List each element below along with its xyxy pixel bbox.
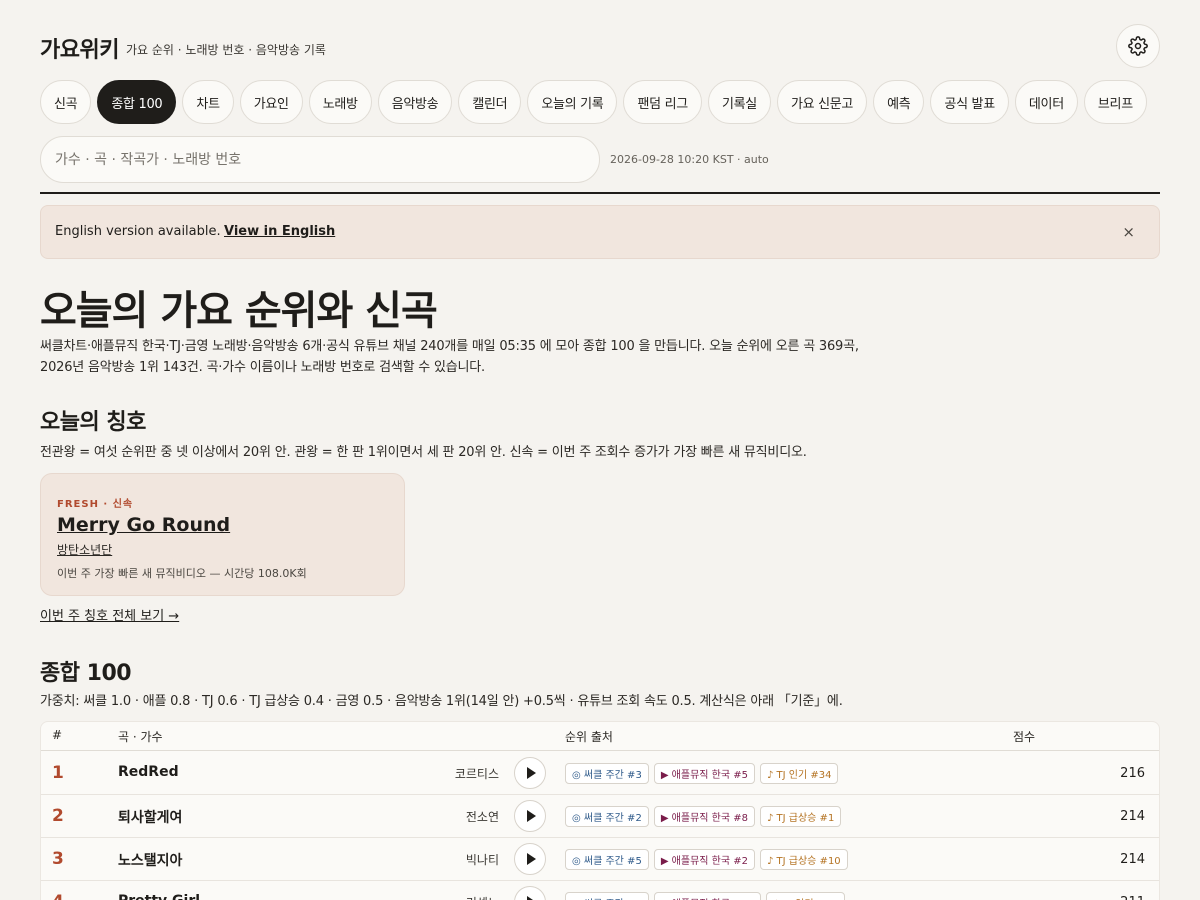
nav-tabs: 신곡 종합 100 차트 가요인 노래방 음악방송 캘린더 오늘의 기록 팬덤 리그 기록실 가요 …	[40, 80, 1165, 124]
row-song-title[interactable]: 노스탤지아	[118, 850, 182, 870]
circle-chart-badge[interactable]: ◎ 써클 주간 #5	[565, 849, 649, 870]
row-artist[interactable]: 전소연	[466, 808, 499, 825]
row-score: 216	[1120, 766, 1145, 781]
row-song-title[interactable]: RedRed	[118, 764, 179, 780]
gear-icon	[1128, 36, 1148, 56]
settings-button[interactable]	[1116, 24, 1160, 68]
tj-badge[interactable]: ♪ TJ 인기 #21	[766, 892, 845, 900]
row-sources: ◎ 써클 주간 #2 ▶ 애플뮤직 한국 #8 ♪ TJ 급상승 #1	[565, 806, 842, 827]
tab-8[interactable]: 오늘의 기록	[527, 80, 618, 124]
row-rank: 2	[52, 806, 64, 826]
page-intro: 써클차트·애플뮤직 한국·TJ·금영 노래방·음악방송 6개·공식 유튜브 채널…	[40, 339, 859, 375]
view-in-english-link[interactable]: View in English	[224, 224, 335, 239]
column-score: 점수	[1013, 730, 1036, 744]
titles-heading: 오늘의 칭호	[40, 410, 146, 435]
tj-badge[interactable]: ♪ TJ 인기 #34	[759, 763, 839, 784]
table-row[interactable]: 2 퇴사할게여 전소연 ◎ 써클 주간 #2 ▶ 애플뮤직 한국 #8 ♪ TJ 급상승 …	[41, 795, 1159, 838]
tab-15[interactable]: 브리프	[1083, 80, 1147, 124]
chart-weights: 가중치: 써클 1.0 · 애플 0.8 · TJ 0.6 · TJ 급상승 0…	[40, 694, 843, 709]
titles-description: 전관왕 = 여섯 순위판 중 넷 이상에서 20위 안. 관왕 = 한 판 1위…	[40, 445, 807, 460]
tab-10[interactable]: 기록실	[707, 80, 771, 124]
apple-music-badge[interactable]: ▶ 애플뮤직 한국 #5	[653, 763, 755, 784]
row-artist[interactable]: 리센느	[466, 894, 499, 900]
play-button[interactable]	[514, 886, 546, 900]
column-song: 곡 · 가수	[118, 730, 163, 744]
card-song-link[interactable]: Merry Go Round	[57, 514, 230, 536]
title-card: FRESH · 신속 Merry Go Round 방탄소년단 이번 주 가장 …	[40, 473, 405, 596]
row-sources: ◎ 써클 주간 #7 ▶ 애플뮤직 한국 #16 ♪ TJ 인기 #21	[565, 892, 845, 900]
row-sources: ◎ 써클 주간 #5 ▶ 애플뮤직 한국 #2 ♪ TJ 급상승 #10	[565, 849, 848, 870]
all-titles-link[interactable]: 이번 주 칭호 전체 보기 →	[40, 605, 179, 624]
banner-text: English version available.	[55, 224, 221, 239]
table-row[interactable]: 4 Pretty Girl 리센느 ◎ 써클 주간 #7 ▶ 애플뮤직 한국 #16 ♪ …	[41, 881, 1159, 900]
update-timestamp: 2026-09-28 10:20 KST · auto	[610, 153, 769, 166]
row-score: 211	[1120, 895, 1145, 900]
play-icon	[526, 767, 536, 779]
card-artist-link[interactable]: 방탄소년단	[57, 541, 112, 558]
chart-heading: 종합 100	[40, 661, 132, 686]
tab-9[interactable]: 팬덤 리그	[623, 80, 702, 124]
circle-chart-badge[interactable]: ◎ 써클 주간 #2	[565, 806, 649, 827]
close-icon[interactable]: ×	[1122, 223, 1135, 241]
tab-5[interactable]: 노래방	[308, 80, 372, 124]
circle-chart-badge[interactable]: ◎ 써클 주간 #7	[565, 892, 649, 900]
tab-11[interactable]: 가요 신문고	[776, 80, 868, 124]
search-input[interactable]	[40, 136, 600, 183]
table-row[interactable]: 1 RedRed 코르티스 ◎ 써클 주간 #3 ▶ 애플뮤직 한국 #5 ♪ TJ 인기…	[41, 752, 1159, 795]
tab-3[interactable]: 차트	[182, 80, 234, 124]
tab-1[interactable]: 신곡	[40, 80, 92, 124]
tab-4[interactable]: 가요인	[239, 80, 303, 124]
table-header: # 곡 · 가수 순위 출처 점수	[41, 722, 1159, 751]
tj-badge[interactable]: ♪ TJ 급상승 #1	[759, 806, 842, 827]
language-banner: English version available. View in Engli…	[40, 205, 1160, 259]
card-kicker: FRESH · 신속	[57, 499, 134, 510]
chart-table: # 곡 · 가수 순위 출처 점수 1 RedRed 코르티스 ◎ 써클 주간 #3 ▶…	[40, 721, 1160, 900]
header: 가요위키 가요 순위 · 노래방 번호 · 음악방송 기록	[40, 24, 1160, 68]
column-sources: 순위 출처	[565, 730, 613, 744]
tab-13[interactable]: 공식 발표	[930, 80, 1009, 124]
column-rank: #	[52, 728, 63, 742]
row-score: 214	[1120, 852, 1145, 867]
site-tagline: 가요 순위 · 노래방 번호 · 음악방송 기록	[126, 43, 326, 57]
row-rank: 3	[52, 849, 64, 869]
apple-music-badge[interactable]: ▶ 애플뮤직 한국 #2	[653, 849, 755, 870]
row-song-title[interactable]: Pretty Girl	[118, 893, 200, 900]
play-button[interactable]	[514, 757, 546, 789]
row-rank: 4	[52, 892, 64, 900]
page-title: 오늘의 가요 순위와 신곡	[40, 288, 438, 334]
apple-music-badge[interactable]: ▶ 애플뮤직 한국 #8	[653, 806, 755, 827]
row-artist[interactable]: 빅나티	[466, 851, 499, 868]
tab-6[interactable]: 음악방송	[377, 80, 453, 124]
play-icon	[526, 810, 536, 822]
row-rank: 1	[52, 763, 64, 783]
apple-music-badge[interactable]: ▶ 애플뮤직 한국 #16	[653, 892, 762, 900]
tab-14[interactable]: 데이터	[1014, 80, 1078, 124]
row-sources: ◎ 써클 주간 #3 ▶ 애플뮤직 한국 #5 ♪ TJ 인기 #34	[565, 763, 839, 784]
play-icon	[526, 896, 536, 900]
play-button[interactable]	[514, 800, 546, 832]
card-note: 이번 주 가장 빠른 새 뮤직비디오 — 시간당 108.0K회	[57, 567, 307, 580]
tj-badge[interactable]: ♪ TJ 급상승 #10	[759, 849, 848, 870]
row-song-title[interactable]: 퇴사할게여	[118, 807, 182, 827]
tab-7[interactable]: 캘린더	[458, 80, 522, 124]
tab-2[interactable]: 종합 100	[97, 80, 177, 124]
row-score: 214	[1120, 809, 1145, 824]
circle-chart-badge[interactable]: ◎ 써클 주간 #3	[565, 763, 649, 784]
play-icon	[526, 853, 536, 865]
tab-12[interactable]: 예측	[873, 80, 925, 124]
header-divider	[40, 192, 1160, 194]
row-artist[interactable]: 코르티스	[455, 765, 499, 782]
play-button[interactable]	[514, 843, 546, 875]
table-row[interactable]: 3 노스탤지아 빅나티 ◎ 써클 주간 #5 ▶ 애플뮤직 한국 #2 ♪ TJ 급상승 …	[41, 838, 1159, 881]
site-logo[interactable]: 가요위키	[40, 32, 119, 64]
